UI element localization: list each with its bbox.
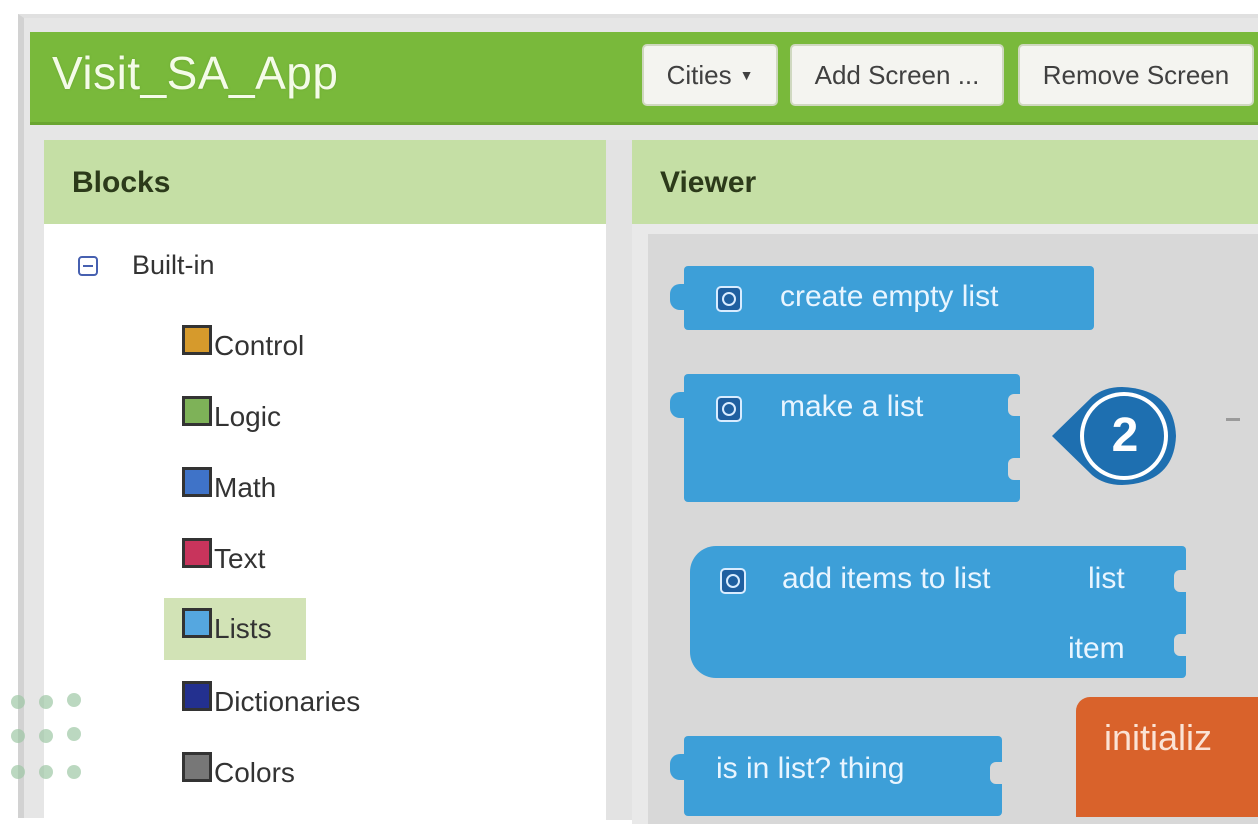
add-items-to-list-block[interactable]: add items to list list item: [690, 546, 1186, 678]
lists-color-swatch: [182, 608, 212, 638]
block-connector: [670, 754, 688, 780]
is-in-list-block[interactable]: is in list? thing: [670, 736, 1002, 816]
mutator-gear-icon[interactable]: [720, 568, 746, 594]
category-label: Control: [214, 330, 305, 361]
remove-screen-button[interactable]: Remove Screen: [1018, 44, 1254, 106]
dictionaries-color-swatch: [182, 681, 212, 711]
input-socket: [1174, 570, 1186, 592]
blocks-panel-header: Blocks: [44, 140, 606, 224]
colors-color-swatch: [182, 752, 212, 782]
category-colors[interactable]: Colors: [164, 743, 295, 803]
decorative-dots: [11, 693, 81, 779]
block-label: add items to list: [782, 562, 991, 595]
category-label: Lists: [214, 613, 272, 644]
screen-dropdown[interactable]: Cities ▼: [642, 44, 778, 106]
mutator-gear-icon[interactable]: [716, 396, 742, 422]
item-socket-label: item: [1068, 632, 1125, 665]
input-socket: [1008, 458, 1020, 480]
viewer-panel-header: Viewer: [632, 140, 1258, 224]
math-color-swatch: [182, 467, 212, 497]
collapsed-block-indicator: [1226, 418, 1240, 421]
text-color-swatch: [182, 538, 212, 568]
category-dictionaries[interactable]: Dictionaries: [164, 672, 360, 732]
built-in-tree-node[interactable]: Built-in: [78, 250, 215, 281]
blocks-panel-title: Blocks: [72, 166, 171, 199]
step-number: 2: [1111, 409, 1139, 462]
category-label: Colors: [214, 757, 295, 788]
remove-screen-label: Remove Screen: [1042, 59, 1230, 90]
collapse-icon[interactable]: [78, 255, 98, 276]
category-lists[interactable]: Lists: [164, 598, 306, 660]
category-label: Math: [214, 472, 277, 503]
category-label: Logic: [214, 401, 281, 432]
input-socket: [990, 762, 1002, 784]
block-connector: [670, 284, 688, 310]
category-text[interactable]: Text: [164, 529, 265, 589]
category-label: Text: [214, 543, 266, 574]
list-socket-label: list: [1088, 562, 1125, 595]
control-color-swatch: [182, 325, 212, 355]
logic-color-swatch: [182, 396, 212, 426]
add-screen-label: Add Screen ...: [814, 59, 980, 90]
block-connector: [670, 392, 688, 418]
panel-divider: [606, 140, 632, 820]
block-label: is in list? thing: [716, 752, 905, 785]
input-socket: [1008, 394, 1020, 416]
block-label: create empty list: [780, 280, 999, 313]
category-control[interactable]: Control: [164, 316, 304, 376]
category-math[interactable]: Math: [164, 458, 276, 518]
project-toolbar: Visit_SA_App Cities ▼ Add Screen ... Rem…: [30, 32, 1258, 125]
input-socket: [1174, 634, 1186, 656]
make-a-list-block[interactable]: make a list: [670, 374, 1020, 502]
initialize-variable-block[interactable]: initializ: [1076, 697, 1258, 817]
mutator-gear-icon[interactable]: [716, 286, 742, 312]
category-label: Dictionaries: [214, 686, 361, 717]
add-screen-button[interactable]: Add Screen ...: [790, 44, 1004, 106]
create-empty-list-block[interactable]: create empty list: [670, 266, 1094, 330]
blocks-drawer: [44, 224, 606, 824]
project-title: Visit_SA_App: [52, 47, 339, 99]
viewer-panel-title: Viewer: [660, 166, 757, 199]
screen-dropdown-label: Cities: [666, 59, 732, 90]
category-logic[interactable]: Logic: [164, 387, 281, 447]
built-in-label: Built-in: [132, 250, 215, 280]
chevron-down-icon: ▼: [739, 67, 754, 83]
block-label: make a list: [780, 390, 924, 423]
block-label: initializ: [1104, 717, 1213, 758]
